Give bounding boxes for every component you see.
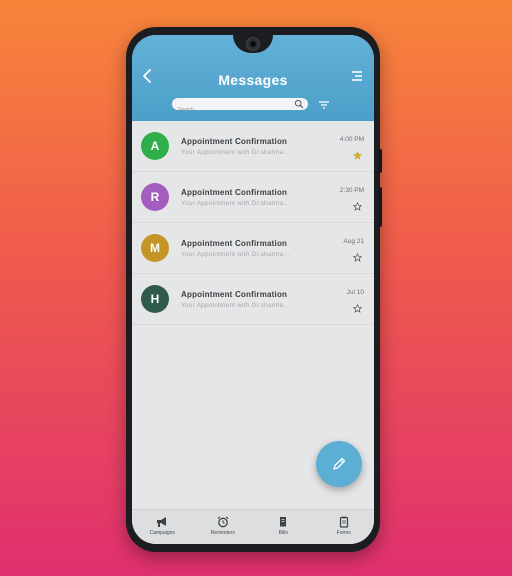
message-item[interactable]: H Appointment Confirmation Your Appointm… <box>132 274 374 325</box>
app-screen: Messages Search... A Appointment Confirm… <box>132 35 374 544</box>
search-icon[interactable] <box>294 99 304 109</box>
bottom-nav: Campaigns Reminders Bills Forms <box>132 509 374 544</box>
filter-button[interactable] <box>318 98 330 110</box>
avatar: A <box>141 132 169 160</box>
app-header: Messages <box>132 35 374 121</box>
star-icon[interactable] <box>353 253 362 262</box>
nav-campaigns[interactable]: Campaigns <box>132 510 193 544</box>
star-icon[interactable] <box>353 202 362 211</box>
star-icon[interactable] <box>353 304 362 313</box>
nav-forms[interactable]: Forms <box>314 510 375 544</box>
message-item[interactable]: A Appointment Confirmation Your Appointm… <box>132 121 374 172</box>
avatar: M <box>141 234 169 262</box>
nav-label: Reminders <box>210 530 235 536</box>
message-list: A Appointment Confirmation Your Appointm… <box>132 121 374 325</box>
menu-button[interactable] <box>350 69 364 83</box>
search-bar <box>172 98 308 116</box>
message-time: 2:30 PM <box>339 187 364 194</box>
notch <box>233 35 273 53</box>
message-preview: Your Appointment with Dr.sharma... <box>181 302 290 309</box>
search-input[interactable] <box>178 104 290 116</box>
phone-frame: Messages Search... A Appointment Confirm… <box>126 27 382 552</box>
camera-icon <box>246 37 260 51</box>
message-time: Jul 10 <box>346 289 364 296</box>
nav-label: Bills <box>278 530 288 536</box>
message-subject: Appointment Confirmation <box>181 188 288 197</box>
message-item[interactable]: R Appointment Confirmation Your Appointm… <box>132 172 374 223</box>
alarm-clock-icon <box>217 516 229 528</box>
nav-reminders[interactable]: Reminders <box>193 510 254 544</box>
nav-label: Forms <box>336 530 351 536</box>
pencil-icon <box>333 457 346 470</box>
star-icon[interactable] <box>353 151 362 160</box>
page-title: Messages <box>218 72 288 88</box>
phone-side-button <box>378 149 382 173</box>
message-subject: Appointment Confirmation <box>181 290 288 299</box>
menu-icon <box>352 71 362 81</box>
message-time: 4:00 PM <box>339 136 364 143</box>
avatar: R <box>141 183 169 211</box>
message-preview: Your Appointment with Dr.sharma... <box>181 200 290 207</box>
message-subject: Appointment Confirmation <box>181 137 288 146</box>
receipt-icon <box>280 517 287 527</box>
phone-side-button <box>378 187 382 227</box>
message-preview: Your Appointment with Dr.sharma... <box>181 251 290 258</box>
compose-button[interactable] <box>316 441 362 487</box>
megaphone-icon <box>157 517 167 527</box>
message-subject: Appointment Confirmation <box>181 239 288 248</box>
message-item[interactable]: M Appointment Confirmation Your Appointm… <box>132 223 374 274</box>
clipboard-icon <box>339 516 348 528</box>
avatar: H <box>141 285 169 313</box>
message-preview: Your Appointment with Dr.sharma... <box>181 149 290 156</box>
message-time: Aug 21 <box>343 238 364 245</box>
filter-icon <box>319 101 329 109</box>
nav-label: Campaigns <box>149 530 175 536</box>
nav-bills[interactable]: Bills <box>253 510 314 544</box>
